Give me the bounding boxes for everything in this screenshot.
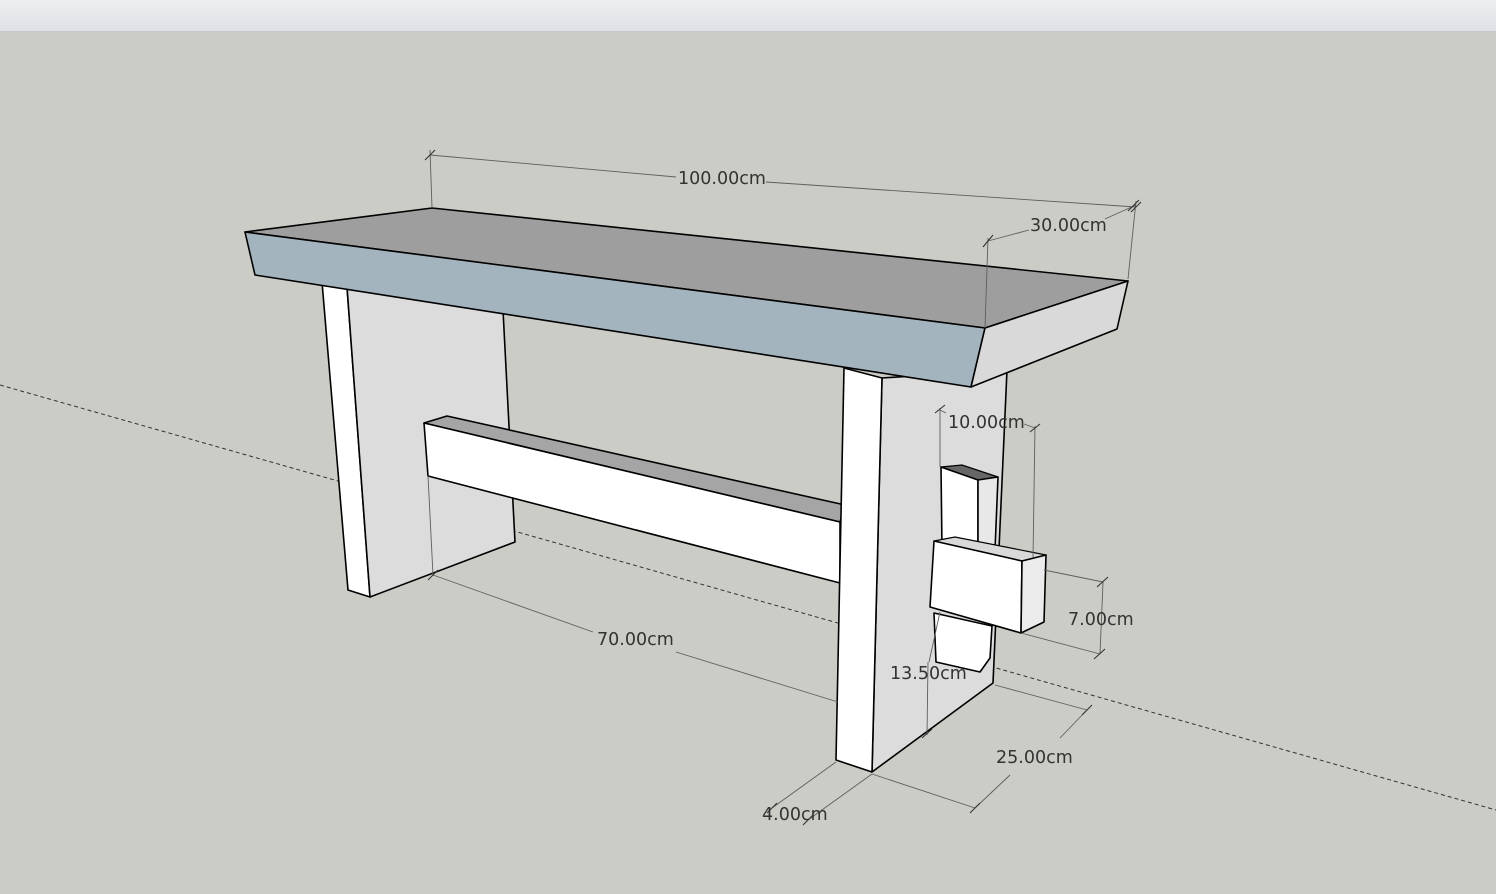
wedge-side-face bbox=[1020, 554, 1047, 634]
dim-peg-width-label: 10.00cm bbox=[948, 413, 1025, 433]
axis-guide-line bbox=[0, 384, 1496, 811]
dim-stretcher-length-label: 70.00cm bbox=[597, 630, 674, 650]
window-title-bar bbox=[0, 0, 1496, 32]
dim-leg-thickness-label: 4.00cm bbox=[762, 805, 828, 825]
dim-leg-thickness: 4.00cm bbox=[762, 761, 873, 826]
peg-upper-side bbox=[977, 476, 999, 553]
dim-wedge-height-label: 7.00cm bbox=[1068, 610, 1134, 630]
model-viewport[interactable]: 100.00cm 30.00cm 10.00cm 7.00cm 70.00cm bbox=[0, 32, 1496, 894]
dim-leg-depth-label: 25.00cm bbox=[996, 748, 1073, 768]
dim-top-depth-label: 30.00cm bbox=[1030, 216, 1107, 236]
dim-leg-lower-height-label: 13.50cm bbox=[890, 664, 967, 684]
tusk-tenon bbox=[929, 464, 1047, 673]
dim-top-length-label: 100.00cm bbox=[678, 169, 766, 189]
bench-drawing: 100.00cm 30.00cm 10.00cm 7.00cm 70.00cm bbox=[0, 149, 1496, 826]
